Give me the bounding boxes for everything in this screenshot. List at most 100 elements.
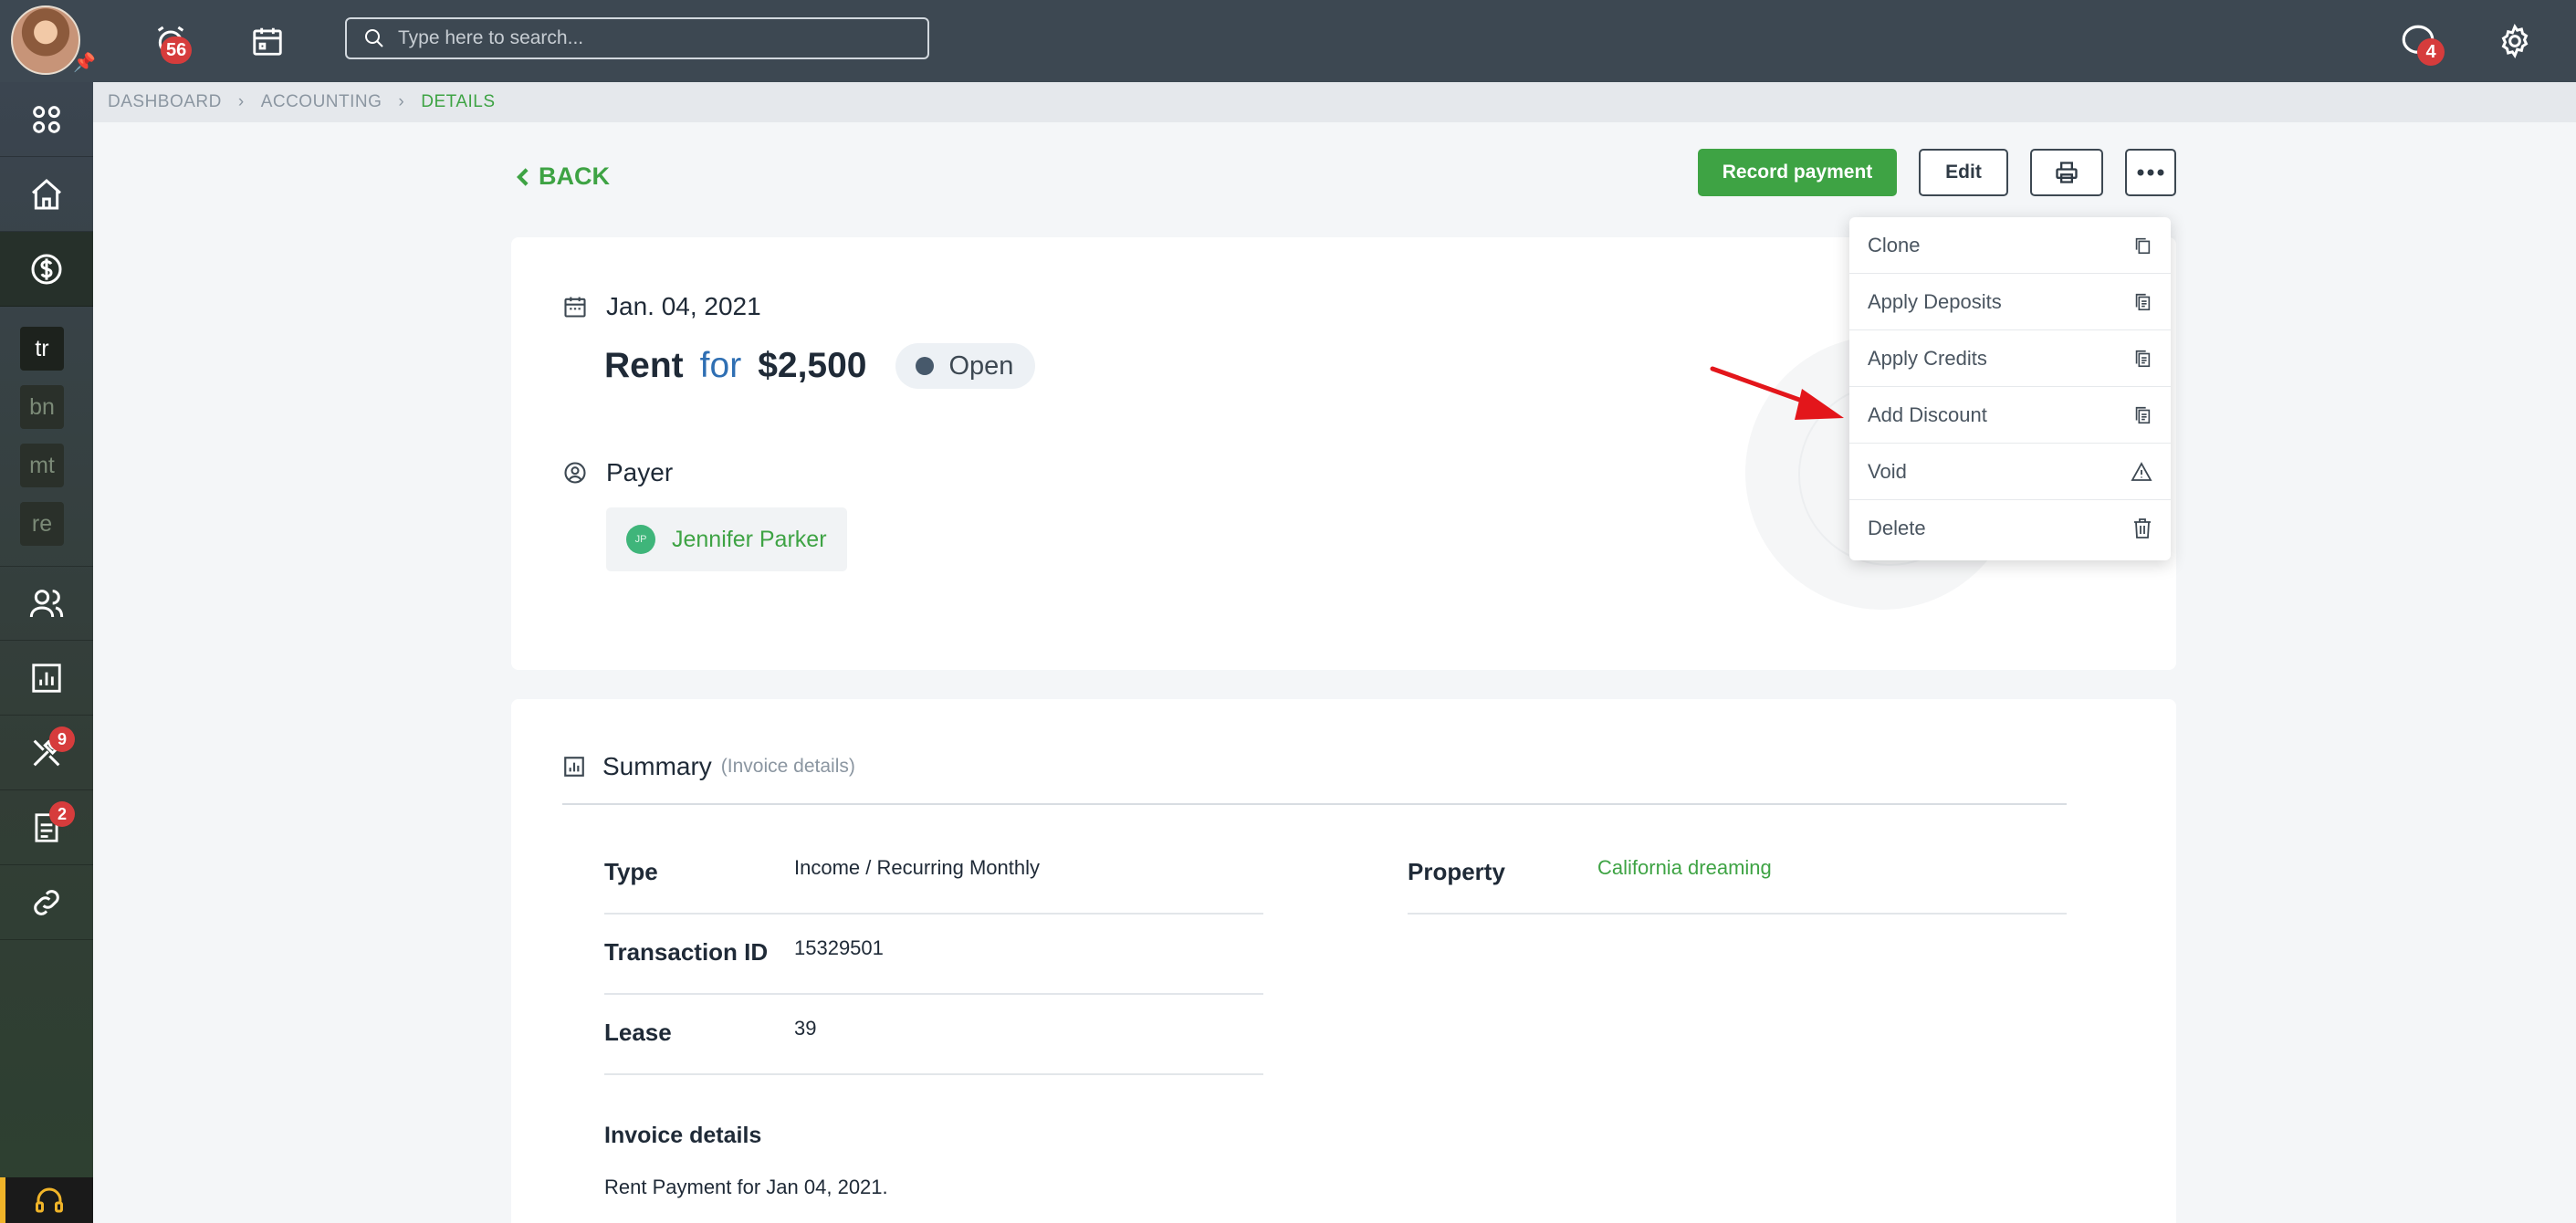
field-label: Lease	[604, 1019, 672, 1046]
menu-item-apply-deposits[interactable]: Apply Deposits	[1849, 274, 2171, 330]
print-button[interactable]	[2030, 149, 2103, 196]
payer-chip[interactable]: JP Jennifer Parker	[606, 507, 847, 571]
menu-item-apply-credits[interactable]: Apply Credits	[1849, 330, 2171, 387]
for-label: for	[699, 346, 742, 385]
search-icon	[365, 29, 383, 47]
sidebar-abbr-bn[interactable]: bn	[20, 385, 64, 429]
ellipsis-icon	[2137, 169, 2164, 176]
sidebar-item-links[interactable]	[0, 865, 93, 940]
more-actions-menu: Clone Apply Deposits Apply Credits Add D…	[1849, 217, 2171, 560]
transaction-amount: $2,500	[758, 346, 867, 385]
chart-icon	[32, 663, 61, 693]
record-payment-button[interactable]: Record payment	[1698, 149, 1897, 196]
menu-item-void[interactable]: Void	[1849, 444, 2171, 500]
chevron-right-icon: ›	[237, 92, 245, 111]
menu-item-clone[interactable]: Clone	[1849, 217, 2171, 274]
sidebar-item-accounting[interactable]	[0, 232, 93, 307]
trash-icon	[2134, 518, 2151, 538]
sidebar-item-home[interactable]	[0, 157, 93, 232]
pin-icon: 📌	[73, 53, 96, 73]
documents-icon	[2135, 293, 2151, 310]
documents-icon	[2135, 350, 2151, 367]
documents-icon	[2135, 406, 2151, 423]
annotation-arrow	[1710, 366, 1844, 420]
field-label: Transaction ID	[604, 938, 769, 966]
invoice-details-text: Rent Payment for Jan 04, 2021.	[604, 1176, 888, 1198]
menu-item-add-discount[interactable]: Add Discount	[1849, 387, 2171, 444]
calendar-icon	[564, 297, 586, 318]
gear-icon	[2501, 23, 2529, 59]
sidebar-item-reports[interactable]	[0, 641, 93, 716]
breadcrumb-details: DETAILS	[421, 92, 496, 111]
menu-item-label: Apply Credits	[1868, 346, 1987, 370]
payer-heading-row: Payer	[562, 458, 673, 487]
field-label: Type	[604, 858, 658, 885]
summary-subheading: (Invoice details)	[720, 756, 855, 777]
transaction-title: Rent for $2,500 Open	[604, 343, 1036, 389]
field-value: 15329501	[794, 936, 884, 959]
chart-icon	[564, 757, 584, 777]
calendar-button[interactable]	[243, 16, 292, 66]
summary-divider	[562, 803, 2067, 805]
field-lease: Lease 39	[604, 995, 1263, 1075]
top-bar: 📌 56 4	[0, 0, 2576, 82]
user-avatar[interactable]	[11, 5, 80, 75]
back-link[interactable]: BACK	[517, 162, 610, 191]
payer-heading: Payer	[606, 458, 674, 486]
support-button[interactable]	[0, 1177, 93, 1223]
date-row: Jan. 04, 2021	[562, 292, 761, 321]
breadcrumb-dashboard[interactable]: DASHBOARD	[108, 92, 222, 112]
breadcrumb: DASHBOARD › ACCOUNTING › DETAILS	[93, 82, 2576, 122]
edit-button[interactable]: Edit	[1919, 149, 2008, 196]
field-value: Income / Recurring Monthly	[794, 856, 1040, 879]
chevron-left-icon	[517, 167, 529, 186]
chevron-right-icon: ›	[398, 92, 405, 111]
summary-heading-row: Summary (Invoice details)	[562, 752, 855, 781]
messages-button[interactable]: 4	[2393, 16, 2445, 66]
summary-heading: Summary	[602, 752, 712, 780]
user-circle-icon	[564, 462, 586, 484]
sidebar-abbr-mt[interactable]: mt	[20, 444, 64, 487]
maintenance-badge: 9	[49, 726, 75, 752]
headset-icon	[36, 1187, 63, 1213]
sidebar-abbr-tr[interactable]: tr	[20, 327, 64, 371]
invoice-details-heading: Invoice details	[604, 1123, 762, 1148]
sidebar: tr bn mt re 9 2	[0, 82, 93, 1223]
sidebar-item-apps[interactable]	[0, 82, 93, 157]
search-box[interactable]	[345, 17, 929, 59]
search-input[interactable]	[398, 27, 909, 49]
link-icon	[34, 889, 59, 915]
menu-item-label: Void	[1868, 459, 1907, 483]
property-link[interactable]: California dreaming	[1597, 856, 1772, 880]
status-label: Open	[948, 350, 1014, 381]
menu-item-label: Apply Deposits	[1868, 289, 2002, 313]
menu-item-label: Clone	[1868, 233, 1921, 256]
tasks-badge: 2	[49, 801, 75, 827]
settings-button[interactable]	[2490, 16, 2539, 66]
warning-icon	[2131, 461, 2152, 481]
transaction-category: Rent	[604, 346, 684, 385]
field-type: Type Income / Recurring Monthly	[604, 834, 1263, 915]
field-transaction-id: Transaction ID 15329501	[604, 915, 1263, 995]
home-icon	[32, 178, 61, 209]
sidebar-item-people[interactable]	[0, 566, 93, 641]
field-property: Property California dreaming	[1408, 834, 2067, 915]
menu-item-label: Delete	[1868, 517, 1926, 539]
sidebar-item-tasks[interactable]: 2	[0, 790, 93, 865]
alerts-badge: 56	[161, 37, 193, 64]
menu-item-label: Add Discount	[1868, 402, 1987, 426]
alerts-button[interactable]: 56	[146, 16, 195, 66]
messages-badge: 4	[2417, 38, 2445, 66]
menu-item-delete[interactable]: Delete	[1849, 500, 2171, 557]
sidebar-abbr-re[interactable]: re	[20, 502, 64, 546]
field-value: 39	[794, 1017, 817, 1040]
users-icon	[29, 590, 64, 618]
breadcrumb-accounting[interactable]: ACCOUNTING	[261, 92, 382, 112]
more-actions-button[interactable]	[2125, 149, 2176, 196]
printer-icon	[2056, 162, 2078, 183]
status-dot	[916, 357, 935, 375]
status-badge: Open	[895, 343, 1036, 389]
sidebar-item-maintenance[interactable]: 9	[0, 716, 93, 790]
copy-icon	[2135, 237, 2151, 254]
payer-avatar: JP	[626, 525, 655, 554]
